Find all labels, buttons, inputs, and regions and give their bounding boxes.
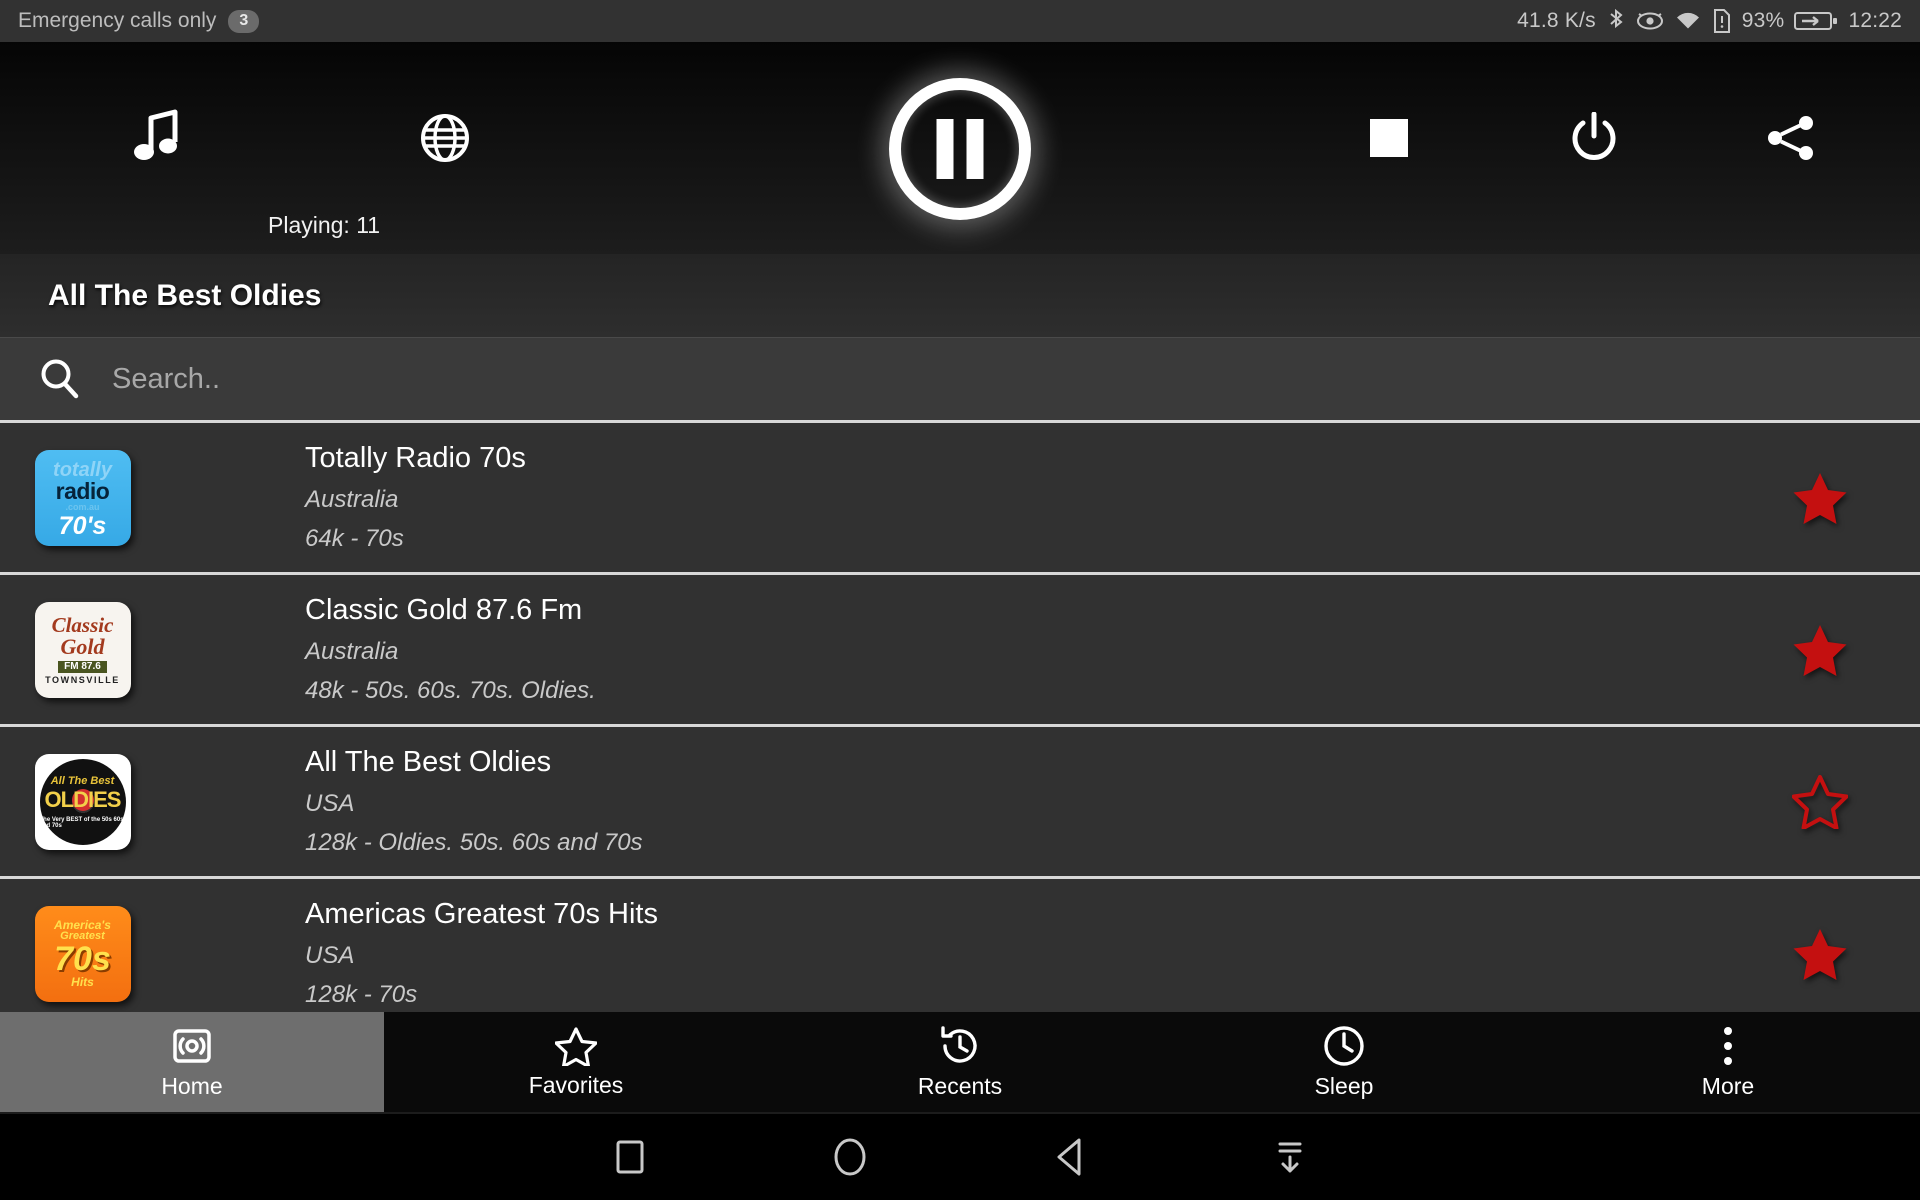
logo-line-4: Hits: [71, 975, 94, 989]
logo-line-4: 70's: [58, 512, 107, 540]
status-bar-left: Emergency calls only 3: [18, 9, 260, 33]
tab-more-label: More: [1701, 1072, 1755, 1099]
tab-favorites[interactable]: Favorites: [384, 1012, 768, 1112]
favorite-star-button[interactable]: [1720, 927, 1920, 981]
station-name: Americas Greatest 70s Hits: [305, 898, 658, 930]
battery-percent-label: 93%: [1741, 9, 1785, 32]
table-row[interactable]: totally radio .com.au 70's Totally Radio…: [0, 420, 1920, 572]
logo-line-1: totally: [53, 459, 112, 481]
station-logo: Classic Gold FM 87.6 TOWNSVILLE: [34, 601, 131, 698]
back-triangle-icon[interactable]: [960, 1135, 1180, 1179]
logo-line-4: TOWNSVILLE: [45, 674, 120, 685]
logo-line-3: The Very BEST of the 50s 60s and 70s: [39, 816, 124, 829]
carrier-label: Emergency calls only: [18, 9, 217, 32]
home-circle-icon[interactable]: [740, 1135, 960, 1179]
station-meta: 48k - 50s. 60s. 70s. Oldies.: [305, 677, 596, 704]
station-logo: All The Best OLDIES The Very BEST of the…: [34, 753, 131, 850]
dots-vertical-icon: [1720, 1025, 1736, 1067]
logo-line-2: Gold: [60, 633, 105, 659]
station-logo: America's Greatest 70s Hits: [34, 905, 131, 1002]
stop-icon[interactable]: [1368, 117, 1410, 159]
favorite-star-button[interactable]: [1720, 471, 1920, 525]
station-country: Australia: [305, 486, 399, 513]
search-bar[interactable]: [0, 337, 1920, 420]
music-note-icon[interactable]: [133, 108, 183, 168]
station-country: Australia: [305, 638, 399, 665]
bottom-tab-bar: Home Favorites Recents Sleep More: [0, 1012, 1920, 1112]
tab-home[interactable]: Home: [0, 1012, 384, 1112]
radio-broadcast-icon: [171, 1025, 213, 1067]
logo-line-1: Classic: [51, 612, 114, 637]
eye-icon: [1636, 8, 1664, 34]
logo-line-3: 70s: [54, 940, 111, 978]
tab-sleep-label: Sleep: [1314, 1072, 1374, 1099]
tab-recents-label: Recents: [917, 1072, 1003, 1099]
logo-line-2: OLDIES: [44, 786, 122, 812]
power-icon[interactable]: [1570, 112, 1618, 164]
bluetooth-icon: [1606, 8, 1626, 34]
wifi-icon: [1674, 9, 1702, 33]
clock-icon: [1323, 1025, 1365, 1067]
station-name: Totally Radio 70s: [305, 442, 526, 474]
tab-sleep[interactable]: Sleep: [1152, 1012, 1536, 1112]
station-name: Classic Gold 87.6 Fm: [305, 594, 583, 626]
globe-icon[interactable]: [420, 113, 470, 163]
hide-keyboard-icon[interactable]: [1180, 1135, 1400, 1179]
battery-charging-icon: [1794, 9, 1838, 33]
playing-count-label: Playing: 11: [268, 212, 381, 238]
tab-recents[interactable]: Recents: [768, 1012, 1152, 1112]
history-icon: [939, 1025, 981, 1067]
tab-home-label: Home: [161, 1072, 223, 1099]
search-icon: [30, 357, 90, 401]
station-list: totally radio .com.au 70's Totally Radio…: [0, 420, 1920, 1028]
pause-button[interactable]: [875, 64, 1045, 234]
tab-favorites-label: Favorites: [528, 1071, 624, 1098]
station-country: USA: [305, 942, 355, 969]
share-icon[interactable]: [1765, 113, 1817, 163]
logo-line-3: FM 87.6: [58, 660, 107, 673]
recents-square-icon[interactable]: [520, 1137, 740, 1177]
station-logo: totally radio .com.au 70's: [34, 449, 131, 546]
table-row[interactable]: America's Greatest 70s Hits Americas Gre…: [0, 876, 1920, 1028]
favorite-star-button[interactable]: [1720, 774, 1920, 829]
notification-count-badge: 3: [228, 9, 260, 33]
station-meta: 64k - 70s: [305, 525, 404, 552]
table-row[interactable]: All The Best OLDIES The Very BEST of the…: [0, 724, 1920, 876]
clock-label: 12:22: [1848, 9, 1902, 32]
search-input[interactable]: [90, 362, 1890, 396]
station-name: All The Best Oldies: [305, 746, 552, 778]
now-playing-title: All The Best Oldies: [0, 254, 1920, 337]
star-outline-icon: [555, 1026, 597, 1066]
tab-more[interactable]: More: [1536, 1012, 1920, 1112]
table-row[interactable]: Classic Gold FM 87.6 TOWNSVILLE Classic …: [0, 572, 1920, 724]
station-meta: 128k - Oldies. 50s. 60s and 70s: [305, 829, 643, 856]
logo-line-1: All The Best: [50, 774, 115, 787]
logo-line-3: .com.au: [65, 502, 100, 512]
station-meta: 128k - 70s: [305, 981, 418, 1008]
android-status-bar: Emergency calls only 3 41.8 K/s 93% 12:2…: [0, 0, 1920, 42]
app-root: Emergency calls only 3 41.8 K/s 93% 12:2…: [0, 0, 1920, 1200]
station-country: USA: [305, 790, 355, 817]
player-header: Playing: 11: [0, 42, 1920, 254]
network-speed-label: 41.8 K/s: [1517, 9, 1596, 32]
favorite-star-button[interactable]: [1720, 623, 1920, 677]
status-bar-right: 41.8 K/s 93% 12:22: [1517, 8, 1902, 34]
sim-card-icon: [1712, 8, 1732, 34]
android-navigation-bar: [0, 1112, 1920, 1200]
logo-line-2: radio: [55, 478, 110, 504]
